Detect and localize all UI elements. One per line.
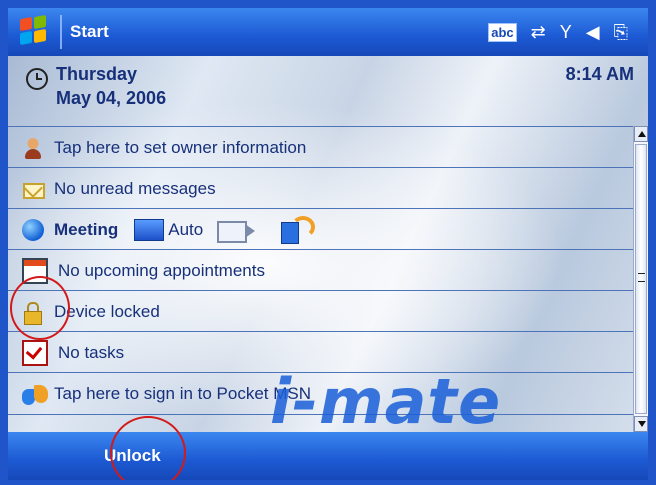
today-item-profile[interactable]: Meeting Auto (8, 208, 634, 250)
menu-bar: Unlock (8, 432, 648, 480)
date-row[interactable]: Thursday May 04, 2006 8:14 AM (8, 56, 634, 126)
title-bar: Start abc ⇄ Y ◀︎ ⎘ (8, 8, 648, 56)
owner-icon (22, 136, 44, 159)
start-button[interactable]: Start (8, 8, 109, 56)
grip-icon (638, 273, 645, 282)
status-icons: abc ⇄ Y ◀︎ ⎘ (488, 22, 648, 43)
sync-icon[interactable] (279, 215, 316, 244)
today-item-label: No upcoming appointments (58, 260, 265, 280)
app-title: Start (70, 22, 109, 41)
unlock-softkey[interactable]: Unlock (104, 446, 161, 466)
clock-icon (26, 68, 48, 90)
scroll-thumb[interactable] (635, 144, 647, 414)
lock-icon (22, 301, 44, 325)
today-item-calendar[interactable]: No upcoming appointments (8, 249, 634, 291)
msn-butterfly-icon (22, 383, 48, 405)
calendar-icon (22, 257, 48, 284)
current-time: 8:14 AM (565, 64, 634, 84)
connectivity-icon[interactable]: ⇄ (531, 22, 546, 43)
current-date: May 04, 2006 (56, 88, 167, 108)
scroll-up-icon[interactable] (634, 126, 648, 142)
auto-label: Auto (168, 219, 204, 239)
today-item-label: Tap here to set owner information (54, 137, 307, 157)
vertical-scrollbar[interactable] (633, 126, 648, 432)
today-item-messages[interactable]: No unread messages (8, 167, 634, 209)
messages-icon (22, 178, 45, 200)
signal-icon[interactable]: Y (560, 22, 572, 43)
today-item-label: Device locked (54, 301, 160, 321)
today-item-owner[interactable]: Tap here to set owner information (8, 126, 634, 168)
today-item-label: No unread messages (54, 178, 216, 198)
today-item-device-lock[interactable]: Device locked (8, 290, 634, 332)
pocketpc-screen: Start abc ⇄ Y ◀︎ ⎘ Thursday May 04, 2006… (8, 8, 648, 480)
profile-globe-icon (22, 218, 44, 241)
auto-icon[interactable] (134, 218, 165, 241)
tasks-icon (22, 339, 48, 366)
today-screen: Thursday May 04, 2006 8:14 AM Tap here t… (8, 56, 648, 438)
windows-flag-icon (18, 14, 52, 49)
volume-icon[interactable]: ◀︎ (586, 22, 600, 43)
today-item-label: No tasks (58, 342, 125, 362)
day-of-week: Thursday (56, 64, 138, 84)
title-divider (60, 15, 62, 49)
abc-input-icon[interactable]: abc (488, 22, 517, 42)
scroll-down-icon[interactable] (634, 416, 648, 432)
profile-name: Meeting (54, 219, 119, 239)
imate-logo: i-mate (270, 365, 502, 438)
envelope-arrow-icon[interactable] (217, 218, 257, 243)
battery-icon[interactable]: ⎘ (614, 22, 628, 43)
